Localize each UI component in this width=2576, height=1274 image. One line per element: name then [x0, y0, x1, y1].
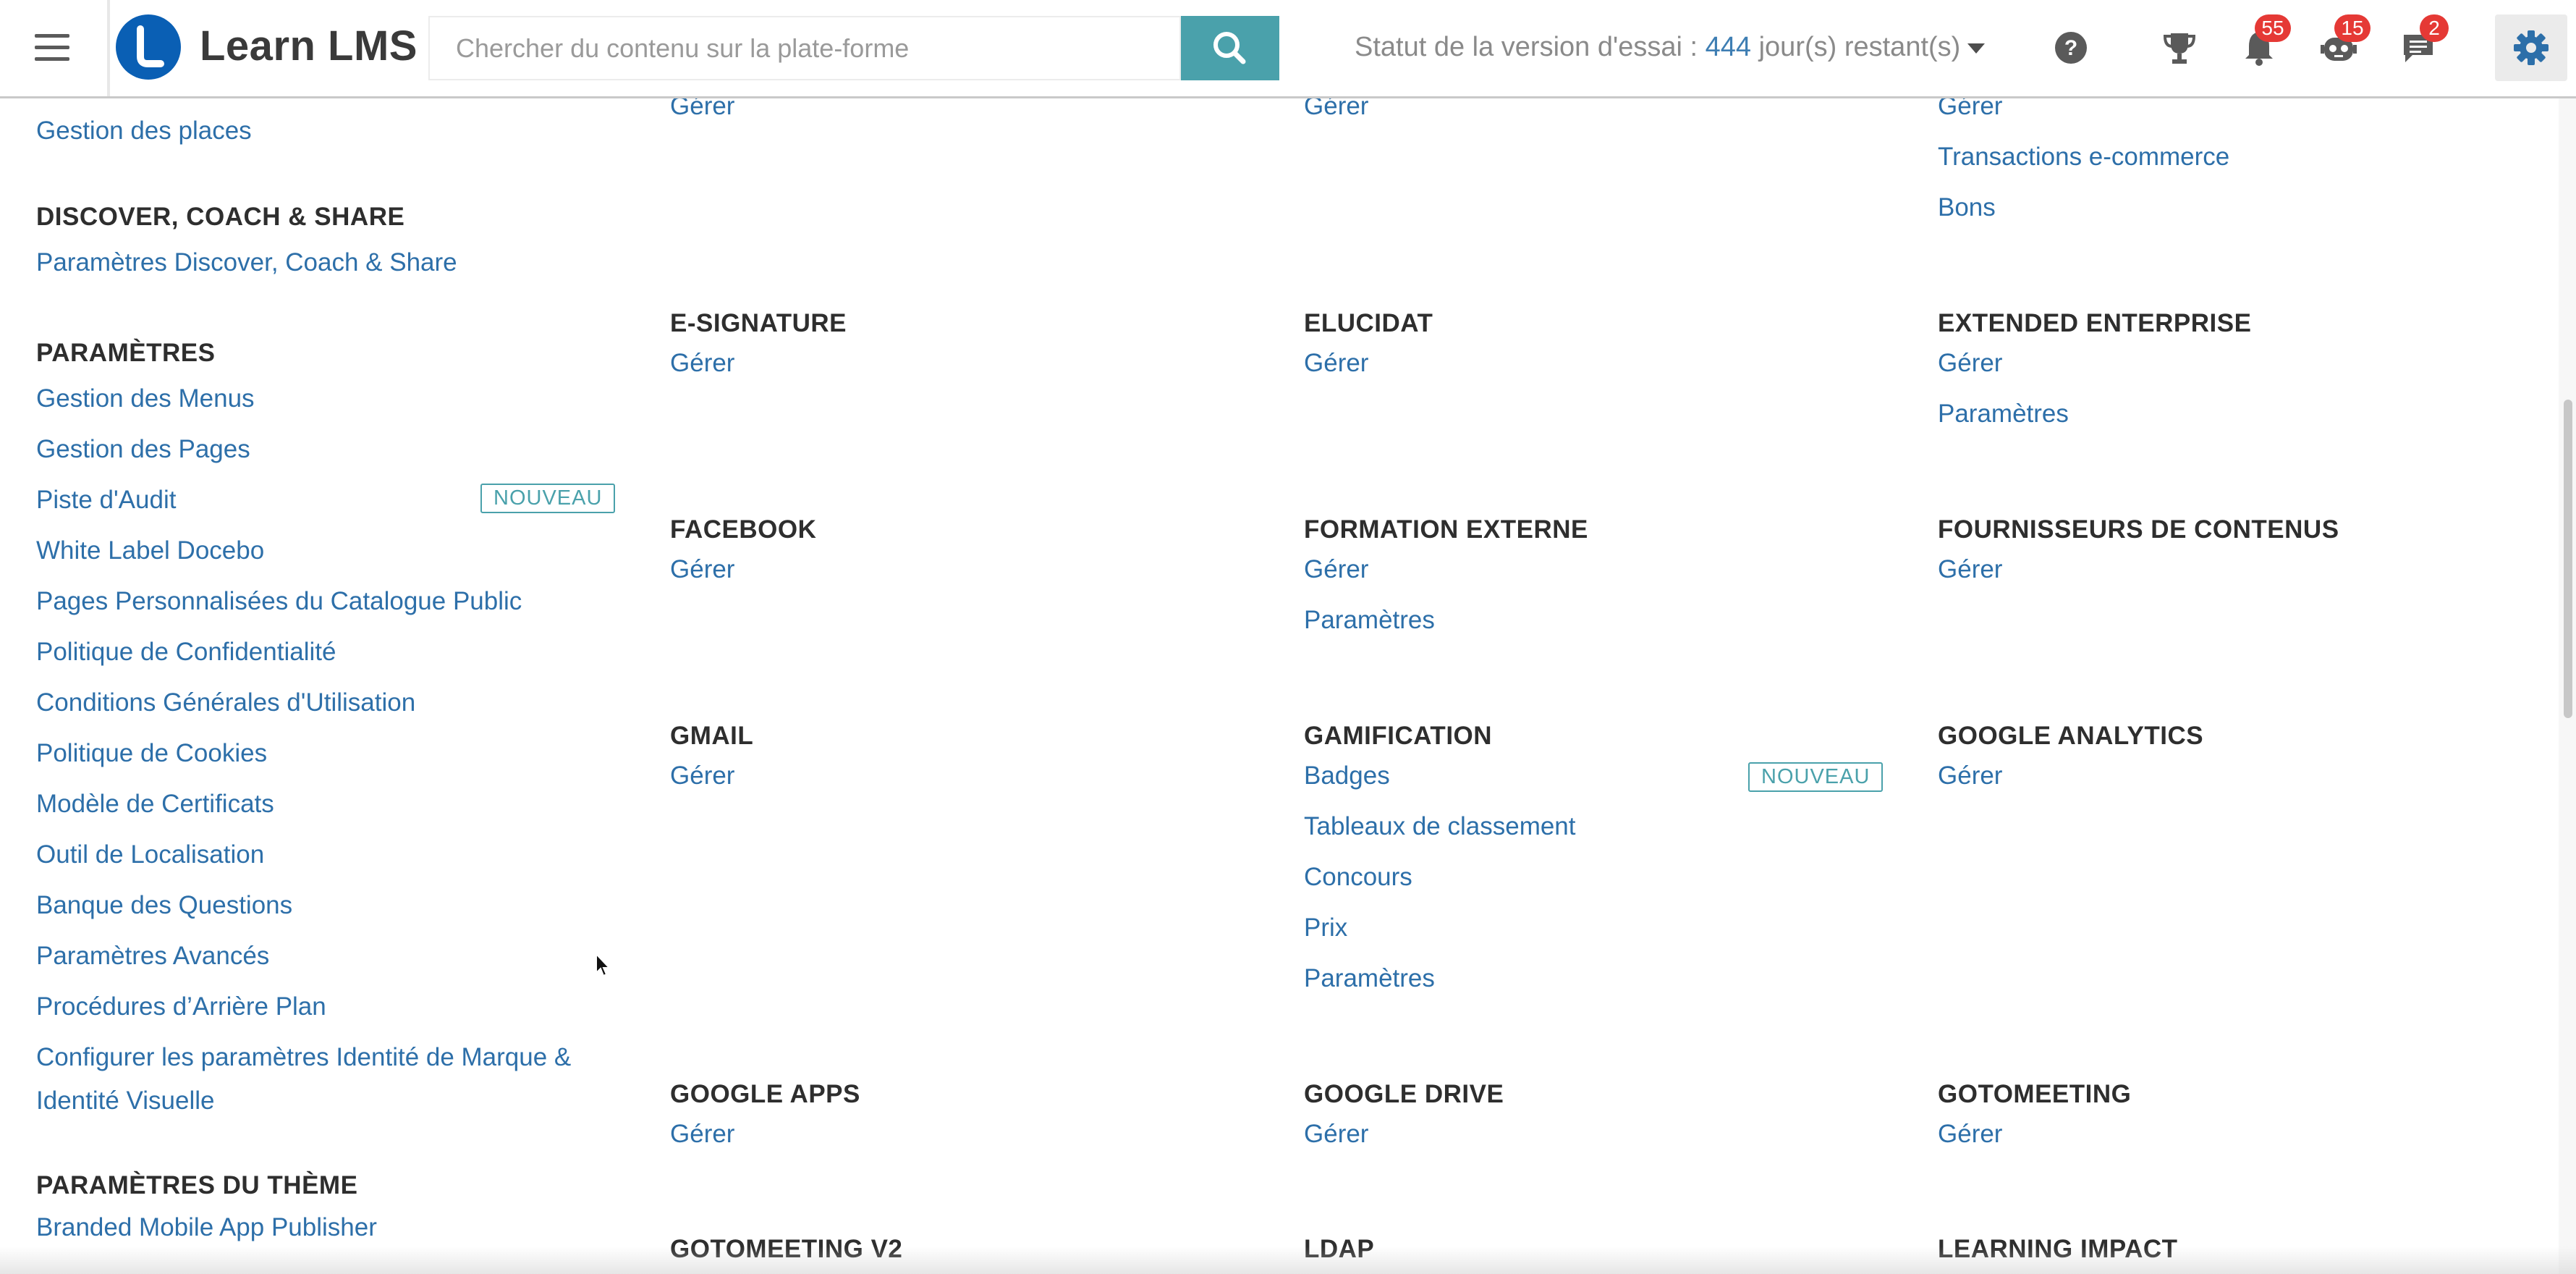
top-bar: Learn LMS Statut de la version d'essai :…: [0, 0, 2576, 98]
sidebar-item-terms[interactable]: Conditions Générales d'Utilisation: [36, 681, 415, 725]
google-drive-manage-link[interactable]: Gérer: [1304, 1120, 1368, 1149]
search-button[interactable]: [1181, 16, 1279, 80]
svg-text:?: ?: [2064, 36, 2077, 60]
sidebar-item-background-jobs[interactable]: Procédures d’Arrière Plan: [36, 985, 326, 1029]
messages-count-badge: 2: [2420, 14, 2449, 42]
ecommerce-transactions-link[interactable]: Transactions e-commerce: [1938, 143, 2229, 172]
app-title-facebook: FACEBOOK: [670, 515, 817, 544]
messages-icon[interactable]: 2: [2395, 14, 2449, 71]
chevron-down-icon: [1967, 43, 1986, 54]
external-training-settings-link[interactable]: Paramètres: [1304, 606, 1435, 635]
brand-name: Learn LMS: [200, 22, 418, 69]
sidebar-item-certificate-templates[interactable]: Modèle de Certificats: [36, 782, 274, 826]
app-title-external-training: FORMATION EXTERNE: [1304, 515, 1588, 544]
gamification-badges-link[interactable]: Badges: [1304, 762, 1390, 790]
sidebar-item-white-label[interactable]: White Label Docebo: [36, 529, 264, 573]
sidebar-item-cookie-policy[interactable]: Politique de Cookies: [36, 732, 267, 775]
admin-sidebar: Gestion des places DISCOVER, COACH & SHA…: [0, 96, 630, 1274]
app-title-gmail: GMAIL: [670, 722, 754, 750]
external-training-manage-link[interactable]: Gérer: [1304, 555, 1368, 584]
bottom-shadow: [0, 1246, 2576, 1274]
sidebar-item-places[interactable]: Gestion des places: [36, 109, 252, 153]
sidebar-item-privacy-policy[interactable]: Politique de Confidentialité: [36, 630, 336, 674]
new-badge: NOUVEAU: [480, 484, 616, 513]
sidebar-heading-settings: PARAMÈTRES: [36, 339, 216, 367]
extended-enterprise-settings-link[interactable]: Paramètres: [1938, 400, 2069, 429]
sidebar-heading-dcs: DISCOVER, COACH & SHARE: [36, 203, 405, 231]
app-title-google-analytics: GOOGLE ANALYTICS: [1938, 722, 2204, 750]
extended-enterprise-manage-link[interactable]: Gérer: [1938, 349, 2002, 378]
search-input[interactable]: [430, 17, 1178, 79]
sidebar-item-audit-trail[interactable]: Piste d'Audit: [36, 478, 176, 522]
gamification-leaderboards-link[interactable]: Tableaux de classement: [1304, 812, 1576, 841]
divider: [107, 0, 110, 96]
app-title-gamification: GAMIFICATION: [1304, 722, 1493, 750]
app-title-gotomeeting: GOTOMEETING: [1938, 1080, 2132, 1108]
gear-icon: [2514, 30, 2549, 65]
trial-status-label: Statut de la version d'essai :: [1355, 32, 1706, 62]
scrollbar-thumb[interactable]: [2564, 400, 2572, 718]
sidebar-item-question-bank[interactable]: Banque des Questions: [36, 884, 292, 927]
gamification-rewards-link[interactable]: Prix: [1304, 914, 1347, 942]
trial-status-dropdown[interactable]: Statut de la version d'essai : 444 jour(…: [1355, 32, 1986, 63]
app-title-extended-enterprise: EXTENDED ENTERPRISE: [1938, 309, 2252, 337]
menu-icon[interactable]: [35, 34, 69, 62]
app-title-google-drive: GOOGLE DRIVE: [1304, 1080, 1504, 1108]
trial-suffix: jour(s) restant(s): [1751, 32, 1961, 62]
sidebar-item-advanced-settings[interactable]: Paramètres Avancés: [36, 935, 269, 978]
help-icon[interactable]: ?: [2048, 25, 2094, 71]
robot-icon[interactable]: 15: [2316, 14, 2370, 71]
sidebar-item-localization-tool[interactable]: Outil de Localisation: [36, 833, 264, 877]
robot-count-badge: 15: [2334, 14, 2370, 42]
brand-logo-icon[interactable]: [116, 14, 181, 80]
google-analytics-manage-link[interactable]: Gérer: [1938, 762, 2002, 790]
gamification-settings-link[interactable]: Paramètres: [1304, 964, 1435, 993]
sidebar-item-menus[interactable]: Gestion des Menus: [36, 377, 255, 421]
notifications-bell-icon[interactable]: 55: [2236, 14, 2291, 71]
facebook-manage-link[interactable]: Gérer: [670, 555, 734, 584]
sidebar-heading-theme: PARAMÈTRES DU THÈME: [36, 1171, 358, 1199]
mouse-pointer-icon: [596, 953, 611, 977]
app-title-google-apps: GOOGLE APPS: [670, 1080, 860, 1108]
gotomeeting-manage-link[interactable]: Gérer: [1938, 1120, 2002, 1149]
sidebar-item-mobile-publisher[interactable]: Branded Mobile App Publisher: [36, 1206, 377, 1249]
app-title-esignature: E-SIGNATURE: [670, 309, 847, 337]
new-badge: NOUVEAU: [1748, 762, 1884, 792]
esignature-manage-link[interactable]: Gérer: [670, 349, 734, 378]
gamification-contests-link[interactable]: Concours: [1304, 863, 1412, 892]
gmail-manage-link[interactable]: Gérer: [670, 762, 734, 790]
settings-button[interactable]: [2495, 14, 2567, 81]
sidebar-item-brand-identity[interactable]: Configurer les paramètres Identité de Ma…: [36, 1036, 571, 1079]
trial-days: 444: [1705, 32, 1752, 62]
search-icon: [1213, 32, 1246, 64]
sidebar-item-brand-identity-line2[interactable]: Identité Visuelle: [36, 1079, 214, 1123]
sidebar-item-pages[interactable]: Gestion des Pages: [36, 428, 250, 471]
trophy-icon[interactable]: [2156, 25, 2203, 71]
vouchers-link[interactable]: Bons: [1938, 193, 1996, 222]
sidebar-item-dcs-settings[interactable]: Paramètres Discover, Coach & Share: [36, 241, 457, 284]
app-title-content-providers: FOURNISSEURS DE CONTENUS: [1938, 515, 2339, 544]
app-title-elucidat: ELUCIDAT: [1304, 309, 1433, 337]
notifications-count-badge: 55: [2255, 14, 2291, 42]
search-box: [428, 16, 1181, 80]
google-apps-manage-link[interactable]: Gérer: [670, 1120, 734, 1149]
sidebar-item-public-catalog-pages[interactable]: Pages Personnalisées du Catalogue Public: [36, 580, 522, 623]
elucidat-manage-link[interactable]: Gérer: [1304, 349, 1368, 378]
content-providers-manage-link[interactable]: Gérer: [1938, 555, 2002, 584]
